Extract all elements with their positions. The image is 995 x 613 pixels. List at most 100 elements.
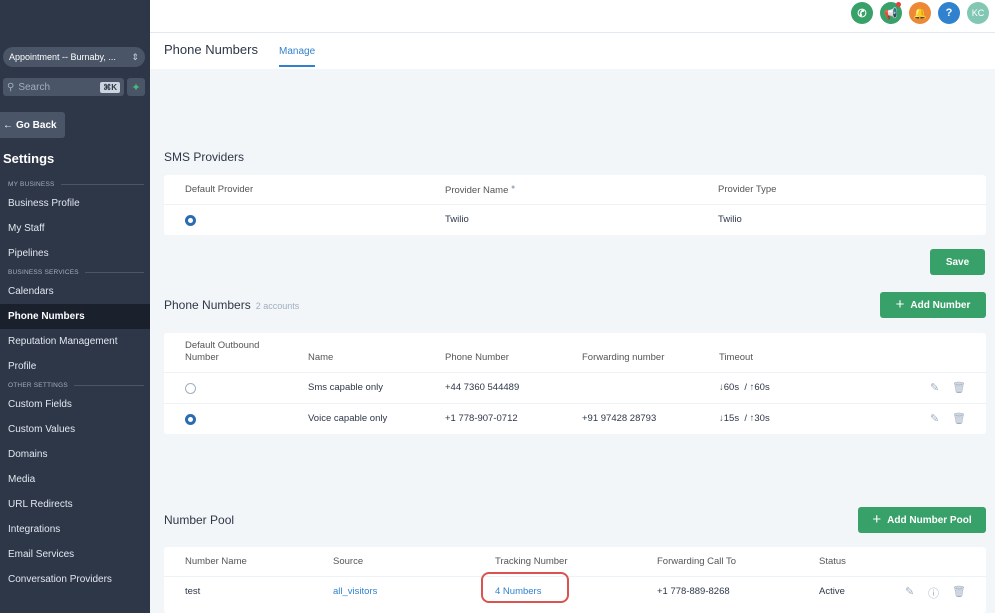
- timeout-out: 30s: [754, 413, 770, 424]
- column-header: Phone Number: [445, 352, 509, 363]
- provider-type: Twilio: [718, 214, 742, 225]
- edit-icon[interactable]: ✎: [930, 412, 939, 425]
- location-switcher[interactable]: Appointment -- Burnaby, ... ⇕: [3, 47, 145, 67]
- column-header-label: Provider Name: [445, 185, 509, 197]
- settings-title: Settings: [3, 151, 55, 166]
- add-number-pool-button[interactable]: + Add Number Pool: [858, 507, 986, 533]
- column-header: Status: [819, 556, 846, 567]
- info-icon: ●: [511, 184, 516, 191]
- number-pool-title: Number Pool: [164, 513, 235, 527]
- timeout-in: 15s: [723, 413, 740, 424]
- phone-numbers-table: Default Outbound Number Name Phone Numbe…: [164, 333, 986, 434]
- sidebar-item-integrations[interactable]: Integrations: [0, 517, 150, 542]
- search-shortcut: ⌘K: [100, 81, 120, 93]
- search-row: ⚲ Search ⌘K ✦: [3, 78, 145, 96]
- sidebar-item-business-profile[interactable]: Business Profile: [0, 191, 150, 216]
- timeout-out: 60s: [754, 382, 770, 393]
- search-icon: ⚲: [7, 81, 15, 93]
- phone-number: +44 7360 544489: [445, 382, 520, 393]
- search-placeholder: Search: [18, 81, 51, 93]
- phone-numbers-title: Phone Numbers 2 accounts: [164, 298, 299, 312]
- page-header: Phone Numbers Manage: [150, 33, 995, 69]
- phone-number: +1 778-907-0712: [445, 413, 518, 424]
- timeout-in: 60s: [723, 382, 740, 393]
- sidebar-item-email-services[interactable]: Email Services: [0, 542, 150, 567]
- column-header: Tracking Number: [495, 556, 568, 567]
- sidebar-item-pipelines[interactable]: Pipelines: [0, 241, 150, 266]
- help-icon[interactable]: ?: [938, 2, 960, 24]
- timeout: ↓60s / ↑60s: [719, 382, 770, 393]
- info-icon[interactable]: ⓘ: [928, 585, 939, 601]
- arrow-left-icon: ←: [3, 119, 13, 131]
- provider-name: Twilio: [445, 214, 469, 225]
- number-pool-table: Number Name Source Tracking Number Forwa…: [164, 547, 986, 613]
- add-number-label: Add Number: [910, 299, 971, 311]
- column-header: Forwarding number: [582, 352, 665, 363]
- column-header: Default Provider: [185, 184, 254, 195]
- sidebar-item-profile[interactable]: Profile: [0, 354, 150, 379]
- phone-icon[interactable]: ✆: [851, 2, 873, 24]
- sidebar-item-custom-values[interactable]: Custom Values: [0, 417, 150, 442]
- sidebar-item-url-redirects[interactable]: URL Redirects: [0, 492, 150, 517]
- column-header: Provider Type: [718, 184, 777, 195]
- timeout: ↓15s / ↑30s: [719, 413, 770, 424]
- highlight-annotation: [481, 572, 569, 603]
- table-row: Voice capable only +1 778-907-0712 +91 9…: [164, 403, 986, 434]
- edit-icon[interactable]: ✎: [905, 585, 914, 598]
- accounts-count: 2 accounts: [255, 301, 300, 311]
- sms-providers-title: SMS Providers: [164, 150, 245, 164]
- sidebar-item-reputation-management[interactable]: Reputation Management: [0, 329, 150, 354]
- pool-source-link[interactable]: all_visitors: [333, 586, 377, 597]
- column-header: Timeout: [719, 352, 753, 363]
- top-bar: ✆ 📢 🔔 ? KC: [150, 0, 995, 33]
- phone-numbers-heading: Phone Numbers: [164, 298, 251, 312]
- plus-icon: +: [872, 511, 882, 528]
- column-header: Source: [333, 556, 364, 567]
- sidebar: Appointment -- Burnaby, ... ⇕ ⚲ Search ⌘…: [0, 0, 150, 613]
- page-title: Phone Numbers: [164, 42, 258, 57]
- sidebar-item-custom-fields[interactable]: Custom Fields: [0, 392, 150, 417]
- plus-icon: +: [895, 296, 905, 313]
- settings-nav: MY BUSINESS Business Profile My Staff Pi…: [0, 178, 150, 592]
- column-header: Default Outbound Number: [185, 340, 260, 363]
- top-icons: ✆ 📢 🔔 ? KC: [851, 2, 989, 24]
- sidebar-item-calendars[interactable]: Calendars: [0, 279, 150, 304]
- notification-dot: [896, 2, 901, 7]
- pool-name: test: [185, 586, 201, 597]
- nav-section-label: BUSINESS SERVICES: [0, 266, 150, 279]
- save-button[interactable]: Save: [930, 249, 985, 275]
- table-row: Twilio Twilio: [164, 204, 986, 235]
- add-number-pool-label: Add Number Pool: [887, 514, 972, 526]
- sidebar-item-domains[interactable]: Domains: [0, 442, 150, 467]
- number-name: Voice capable only: [308, 413, 388, 424]
- go-back-button[interactable]: ← Go Back: [0, 112, 65, 138]
- location-label: Appointment -- Burnaby, ...: [9, 52, 116, 62]
- forwarding-number: +91 97428 28793: [582, 413, 657, 424]
- add-number-button[interactable]: + Add Number: [880, 292, 986, 318]
- sms-providers-table: Default Provider Provider Name ● Provide…: [164, 175, 986, 235]
- edit-icon[interactable]: ✎: [930, 381, 939, 394]
- trash-icon[interactable]: 🗑: [952, 412, 966, 425]
- sparkle-icon[interactable]: ✦: [127, 78, 145, 96]
- nav-section-label: MY BUSINESS: [0, 178, 150, 191]
- sidebar-item-my-staff[interactable]: My Staff: [0, 216, 150, 241]
- default-outbound-radio[interactable]: [185, 383, 196, 394]
- sidebar-item-media[interactable]: Media: [0, 467, 150, 492]
- forwarding-call-to: +1 778-889-8268: [657, 586, 730, 597]
- chevron-updown-icon: ⇕: [131, 51, 139, 62]
- default-provider-radio[interactable]: [185, 215, 196, 226]
- column-header: Number Name: [185, 556, 247, 567]
- table-row: test all_visitors 4 Numbers +1 778-889-8…: [164, 572, 986, 607]
- trash-icon[interactable]: 🗑: [952, 381, 966, 394]
- trash-icon[interactable]: 🗑: [952, 585, 966, 598]
- default-outbound-radio[interactable]: [185, 414, 196, 425]
- sidebar-item-phone-numbers[interactable]: Phone Numbers: [0, 304, 150, 329]
- bell-icon[interactable]: 🔔: [909, 2, 931, 24]
- avatar[interactable]: KC: [967, 2, 989, 24]
- column-header: Provider Name ●: [445, 184, 515, 196]
- nav-section-label: OTHER SETTINGS: [0, 379, 150, 392]
- search-input[interactable]: ⚲ Search ⌘K: [3, 78, 124, 96]
- sidebar-item-conversation-providers[interactable]: Conversation Providers: [0, 567, 150, 592]
- tab-manage[interactable]: Manage: [279, 46, 316, 67]
- megaphone-icon[interactable]: 📢: [880, 2, 902, 24]
